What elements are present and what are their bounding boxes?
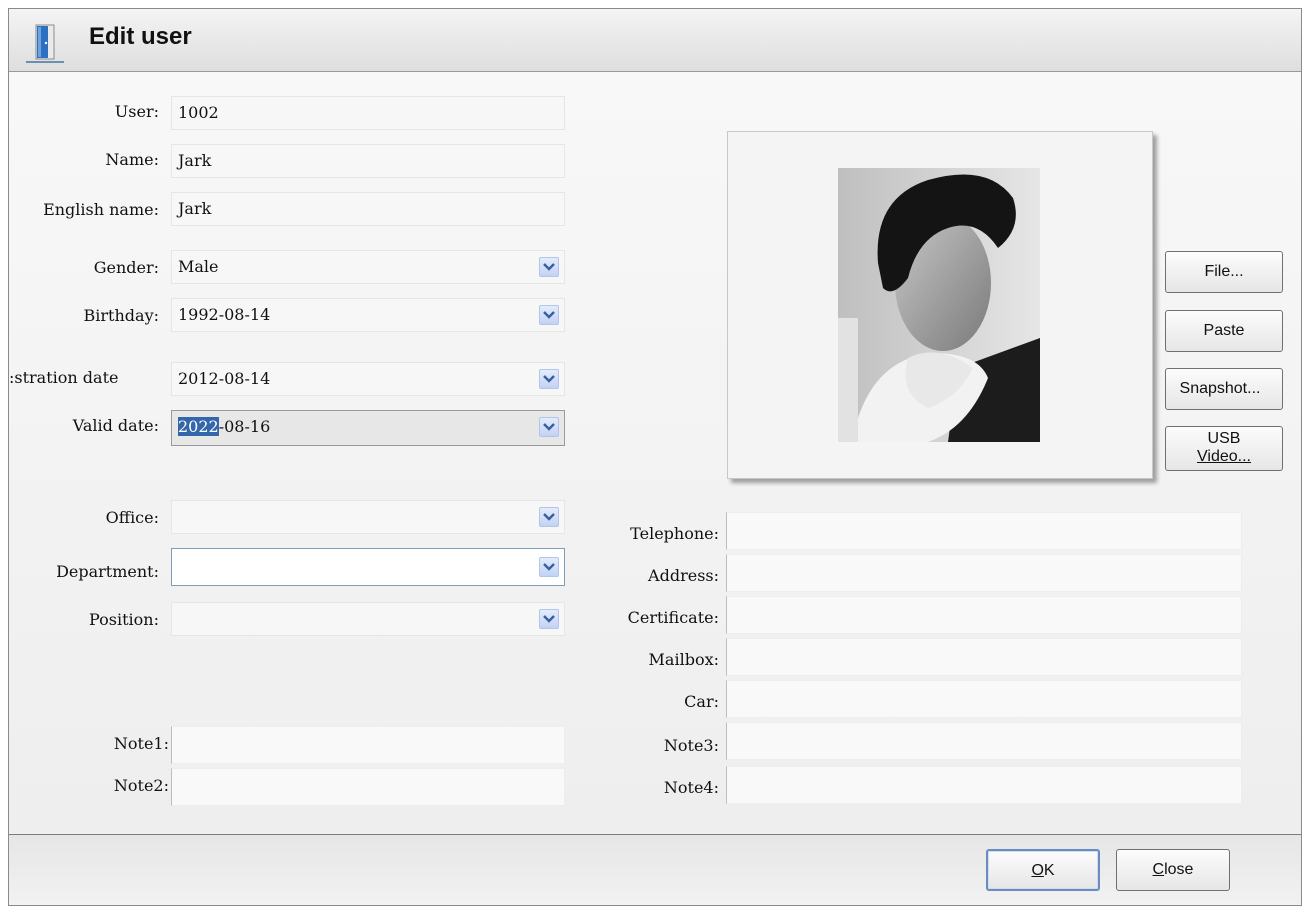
valid-date-rest-text: -08-16 xyxy=(218,417,271,436)
edit-user-window: Edit user User: 1002 Name: Jark English … xyxy=(8,8,1302,906)
position-label: Position: xyxy=(89,610,159,629)
address-label: Address: xyxy=(648,566,719,585)
birthday-label: Birthday: xyxy=(83,306,159,325)
snapshot-button-label: Snapshot... xyxy=(1179,380,1261,397)
note1-label: Note1: xyxy=(113,734,169,753)
user-label: User: xyxy=(114,102,159,121)
valid-date-selected-text: 2022 xyxy=(178,417,219,436)
chevron-down-icon[interactable] xyxy=(539,257,559,277)
registration-date-label: stration date: xyxy=(9,368,161,387)
car-field[interactable] xyxy=(726,680,1242,718)
ok-label-rest: K xyxy=(1043,862,1055,879)
telephone-field[interactable] xyxy=(726,512,1242,550)
name-field[interactable]: Jark xyxy=(171,144,565,178)
english-name-field[interactable]: Jark xyxy=(171,192,565,226)
ok-mnemonic: O xyxy=(1031,862,1044,879)
valid-date-value: 2022-08-16 xyxy=(178,411,270,443)
dialog-footer: OK Close xyxy=(9,834,1301,905)
photo-frame xyxy=(727,131,1153,479)
car-label: Car: xyxy=(684,692,719,711)
registration-date-select[interactable]: 2012-08-14 xyxy=(171,362,565,396)
english-name-label: English name: xyxy=(43,200,159,219)
valid-date-select[interactable]: 2022-08-16 xyxy=(171,410,565,446)
gender-select[interactable]: Male xyxy=(171,250,565,284)
user-field[interactable]: 1002 xyxy=(171,96,565,130)
form-area: User: 1002 Name: Jark English name: Jark… xyxy=(9,72,1301,833)
usb-video-label-line2: Video... xyxy=(1197,448,1251,465)
note2-field[interactable] xyxy=(171,768,565,806)
department-select[interactable] xyxy=(171,548,565,586)
certificate-field[interactable] xyxy=(726,596,1242,634)
chevron-down-icon[interactable] xyxy=(539,507,559,527)
close-mnemonic: C xyxy=(1152,861,1165,878)
birthday-select[interactable]: 1992-08-14 xyxy=(171,298,565,332)
usb-video-label-line1: USB xyxy=(1207,430,1241,447)
note1-field[interactable] xyxy=(171,726,565,764)
telephone-label: Telephone: xyxy=(630,524,719,543)
snapshot-button[interactable]: Snapshot... xyxy=(1165,368,1283,410)
birthday-value: 1992-08-14 xyxy=(178,305,271,324)
usb-video-button[interactable]: USB Video... xyxy=(1165,426,1283,471)
note4-label: Note4: xyxy=(663,778,719,797)
department-label: Department: xyxy=(56,562,159,581)
note3-field[interactable] xyxy=(726,722,1242,760)
gender-label: Gender: xyxy=(93,258,159,277)
registration-date-label-text: stration date: xyxy=(9,368,119,387)
note2-label: Note2: xyxy=(113,776,169,795)
chevron-down-icon[interactable] xyxy=(539,305,559,325)
close-label-rest: lose xyxy=(1164,861,1194,878)
note4-field[interactable] xyxy=(726,766,1242,804)
ok-button[interactable]: OK xyxy=(986,849,1100,891)
paste-button[interactable]: Paste xyxy=(1165,310,1283,352)
registration-date-value: 2012-08-14 xyxy=(178,369,271,388)
office-label: Office: xyxy=(105,508,159,527)
file-button[interactable]: File... xyxy=(1165,251,1283,293)
mailbox-label: Mailbox: xyxy=(648,650,719,669)
chevron-down-icon[interactable] xyxy=(539,557,559,577)
office-select[interactable] xyxy=(171,500,565,534)
close-button[interactable]: Close xyxy=(1116,849,1230,891)
gender-value: Male xyxy=(178,257,219,276)
chevron-down-icon[interactable] xyxy=(539,369,559,389)
note3-label: Note3: xyxy=(663,736,719,755)
chevron-down-icon[interactable] xyxy=(539,609,559,629)
chevron-down-icon[interactable] xyxy=(539,417,559,437)
window-title: Edit user xyxy=(89,23,192,50)
name-label: Name: xyxy=(105,150,159,169)
title-bar: Edit user xyxy=(9,9,1301,72)
certificate-label: Certificate: xyxy=(627,608,719,627)
position-select[interactable] xyxy=(171,602,565,636)
mailbox-field[interactable] xyxy=(726,638,1242,676)
user-photo xyxy=(838,168,1040,442)
valid-date-label: Valid date: xyxy=(72,416,159,435)
address-field[interactable] xyxy=(726,554,1242,592)
door-icon xyxy=(26,24,64,63)
